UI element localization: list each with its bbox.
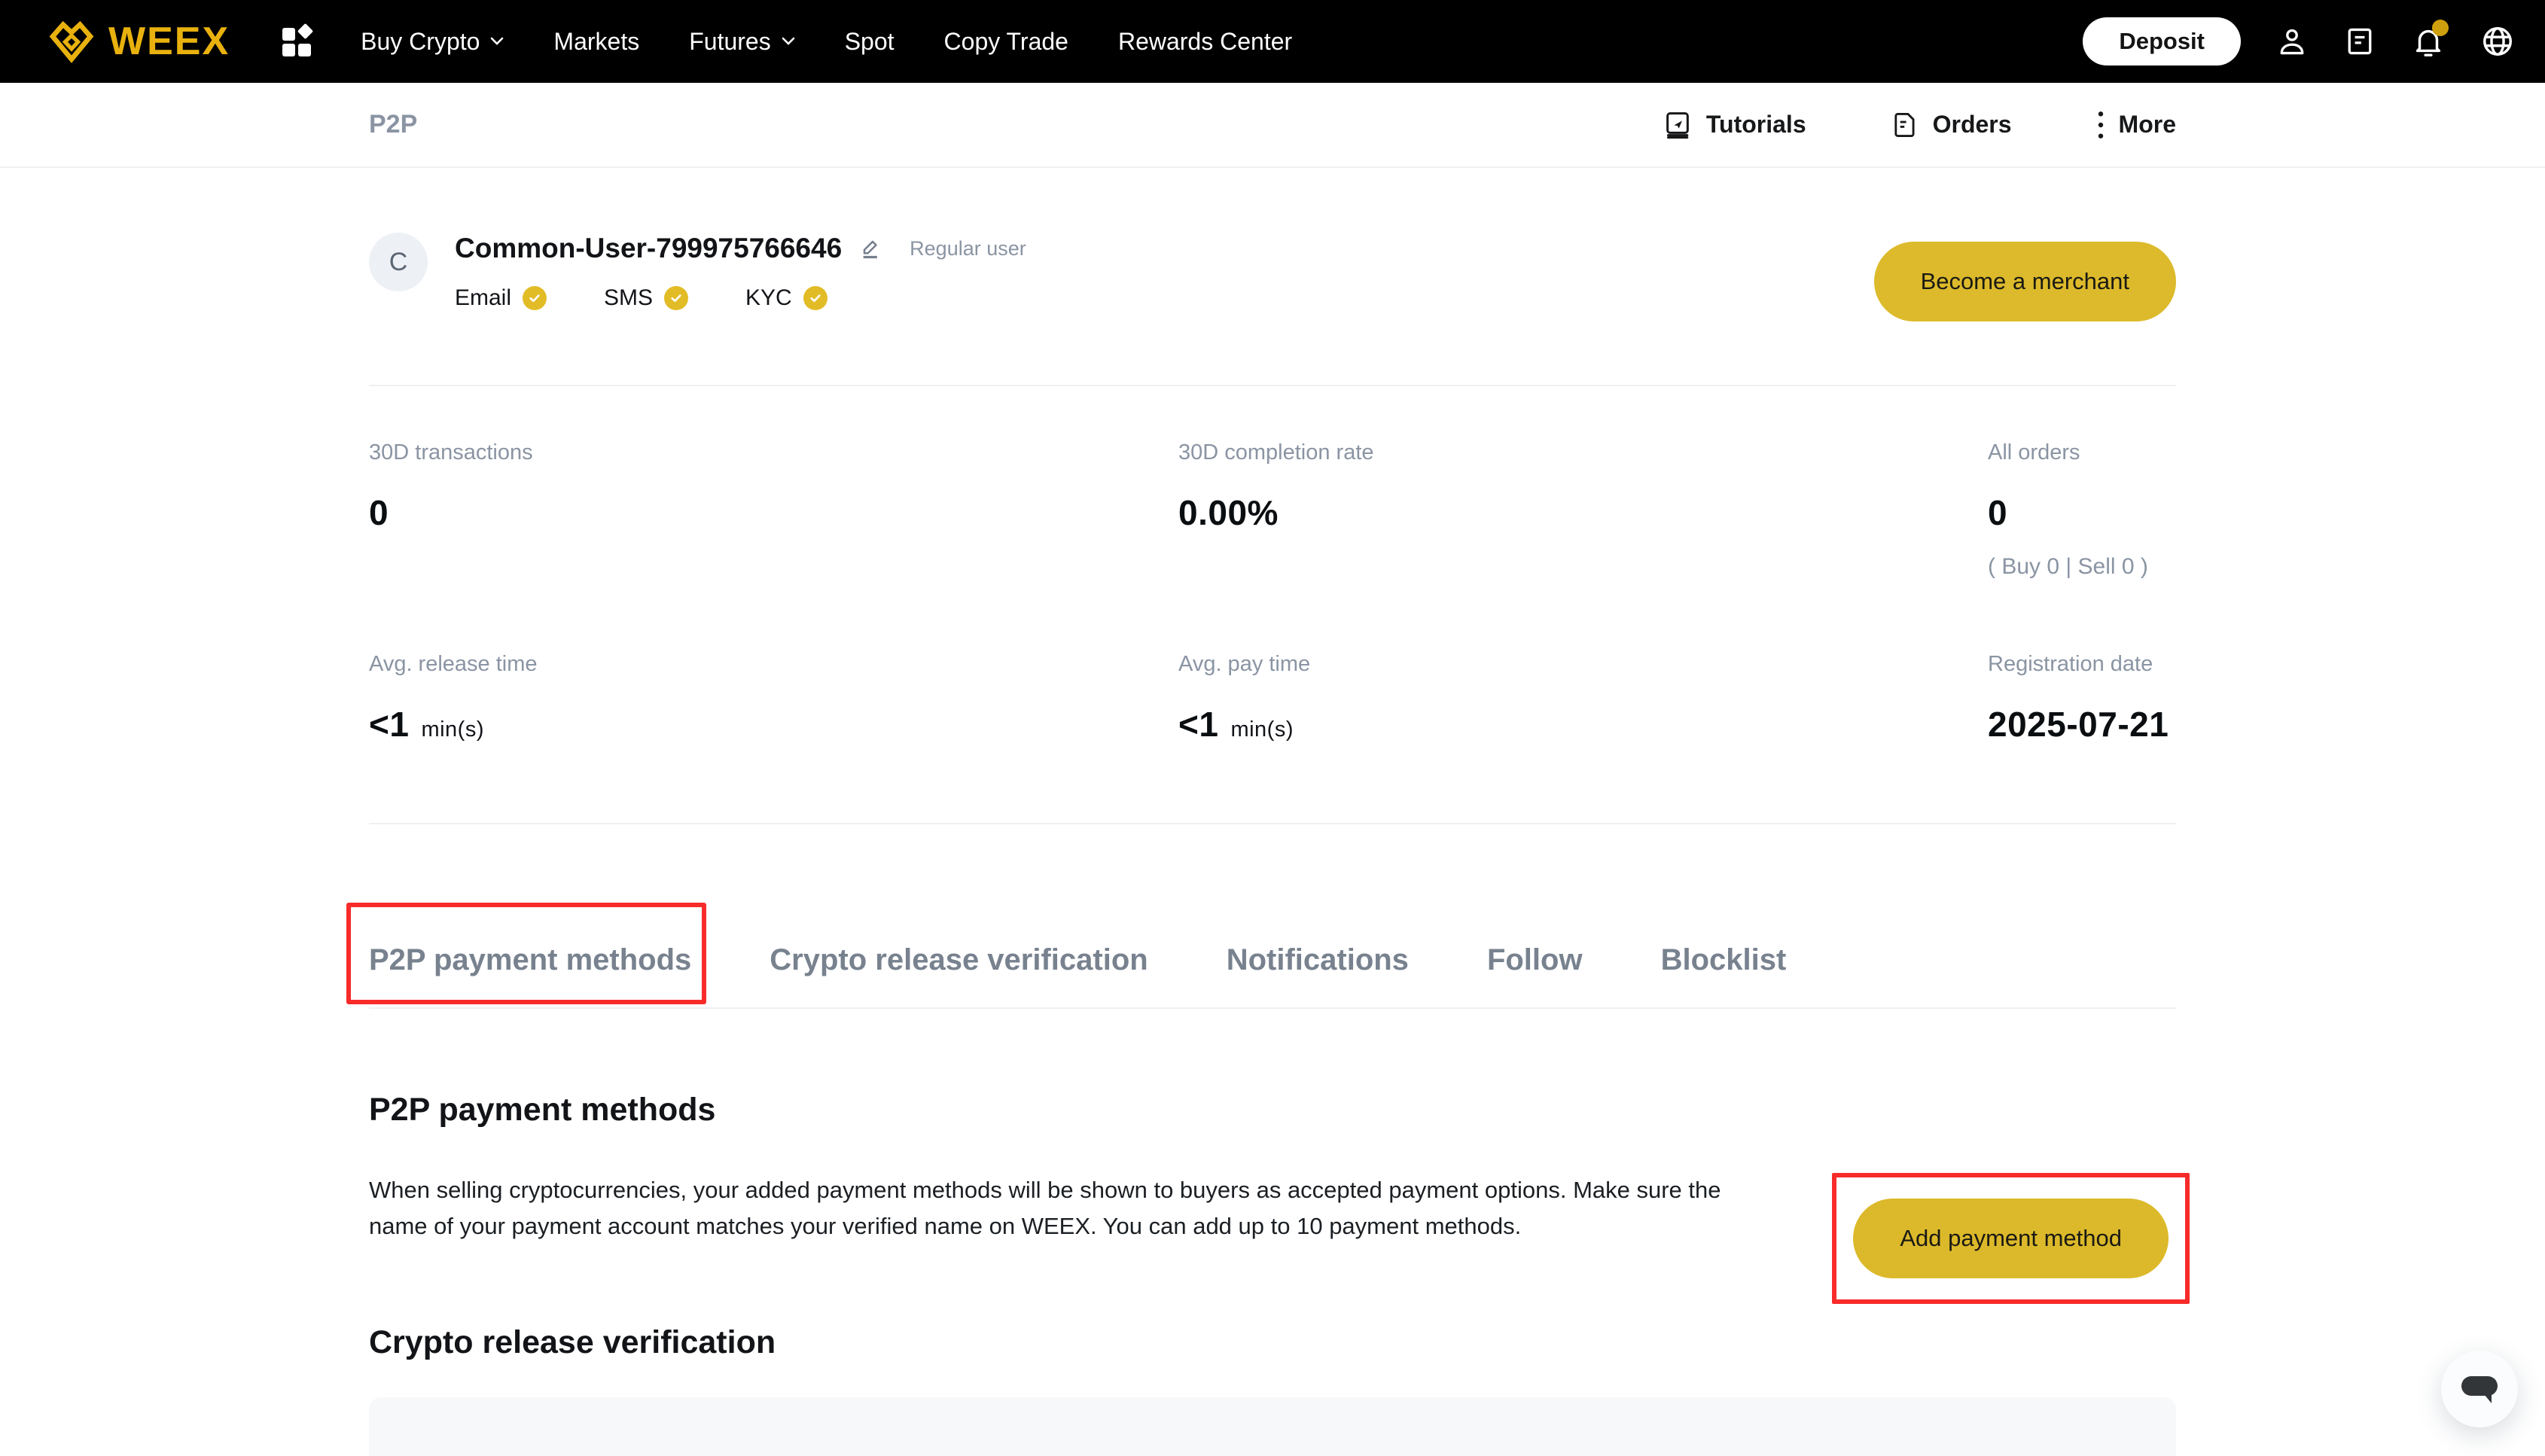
divider: [369, 385, 2176, 386]
crypto-release-verification-section: Crypto release verification Verify each …: [369, 1324, 2176, 1456]
notification-dot: [2432, 20, 2449, 36]
stat-value: 0: [369, 492, 1178, 533]
orders-doc-icon: [1891, 111, 1919, 139]
chat-bubble-icon: [2458, 1372, 2501, 1406]
p2p-payment-methods-section: P2P payment methods When selling cryptoc…: [369, 1092, 2176, 1244]
stat-value: 2025-07-21: [1988, 704, 2176, 745]
weex-logo-icon: [47, 20, 96, 63]
divider: [369, 1007, 2176, 1009]
main-content: C Common-User-799975766646 Regular user …: [369, 233, 2176, 1456]
tutorials-label: Tutorials: [1706, 111, 1806, 139]
divider: [369, 823, 2176, 824]
stat-label: Avg. pay time: [1178, 652, 1988, 677]
stat-avg-release-time: Avg. release time <1 min(s): [369, 652, 1178, 745]
apps-grid-icon[interactable]: [278, 22, 317, 61]
nav-right-controls: Deposit: [2083, 17, 2515, 65]
profile-tabs: P2P payment methods Crypto release verif…: [369, 943, 2176, 977]
email-verified-badge: Email: [455, 285, 547, 311]
language-globe-icon[interactable]: [2480, 24, 2515, 59]
nav-item-label: Futures: [689, 28, 770, 56]
payment-methods-description: When selling cryptocurrencies, your adde…: [369, 1172, 1724, 1244]
nav-item-buy-crypto[interactable]: Buy Crypto: [361, 28, 504, 56]
tab-label: P2P payment methods: [369, 943, 691, 976]
orders-label: Orders: [1933, 111, 2012, 139]
more-dots-icon: [2096, 110, 2105, 140]
nav-item-label: Buy Crypto: [361, 28, 480, 56]
nav-item-label: Copy Trade: [944, 28, 1068, 56]
support-chat-button[interactable]: [2441, 1351, 2518, 1427]
brand-name: WEEX: [108, 19, 230, 64]
check-icon: [803, 286, 828, 310]
stats-row-2: Avg. release time <1 min(s) Avg. pay tim…: [369, 652, 2176, 745]
stat-value: <1: [1178, 704, 1218, 745]
stat-label: 30D completion rate: [1178, 440, 1988, 465]
sms-verified-badge: SMS: [604, 285, 688, 311]
profile-icon[interactable]: [2275, 25, 2309, 58]
stats-row-1: 30D transactions 0 30D completion rate 0…: [369, 440, 2176, 580]
profile-row: C Common-User-799975766646 Regular user …: [369, 233, 2176, 321]
nav-item-copy-trade[interactable]: Copy Trade: [944, 28, 1068, 56]
nav-item-futures[interactable]: Futures: [689, 28, 794, 56]
stat-label: Avg. release time: [369, 652, 1178, 677]
deposit-button[interactable]: Deposit: [2083, 17, 2241, 65]
stat-value: 0: [1988, 492, 2176, 533]
stat-30d-transactions: 30D transactions 0: [369, 440, 1178, 580]
nav-item-label: Markets: [553, 28, 639, 56]
tab-p2p-payment-methods[interactable]: P2P payment methods: [369, 943, 691, 977]
user-type-badge: Regular user: [910, 237, 1026, 260]
check-icon: [523, 286, 547, 310]
top-navigation: WEEX Buy Crypto Markets Futures Spot Cop…: [0, 0, 2545, 83]
stat-unit: min(s): [1230, 717, 1294, 742]
more-button[interactable]: More: [2096, 110, 2176, 140]
tab-follow[interactable]: Follow: [1487, 943, 1583, 977]
nav-item-rewards-center[interactable]: Rewards Center: [1118, 28, 1292, 56]
weex-logo[interactable]: WEEX: [47, 19, 230, 64]
section-title: Crypto release verification: [369, 1324, 2176, 1361]
nav-item-spot[interactable]: Spot: [845, 28, 895, 56]
tab-blocklist[interactable]: Blocklist: [1661, 943, 1787, 977]
stat-label: All orders: [1988, 440, 2176, 465]
section-title: P2P payment methods: [369, 1092, 2176, 1129]
orders-button[interactable]: Orders: [1891, 111, 2012, 139]
avatar: C: [369, 233, 428, 291]
kyc-verified-badge: KYC: [745, 285, 828, 311]
badge-label: Email: [455, 285, 511, 311]
stat-registration-date: Registration date 2025-07-21: [1988, 652, 2176, 745]
stat-label: Registration date: [1988, 652, 2176, 677]
stat-all-orders: All orders 0 ( Buy 0 | Sell 0 ): [1988, 440, 2176, 580]
badge-label: KYC: [745, 285, 792, 311]
verification-options-panel: Verify each release Custom frequency Eve…: [369, 1397, 2176, 1456]
stat-30d-completion: 30D completion rate 0.00%: [1178, 440, 1988, 580]
chevron-down-icon: [782, 37, 795, 46]
orders-history-icon[interactable]: [2343, 25, 2376, 58]
tutorials-button[interactable]: Tutorials: [1663, 110, 1806, 140]
stat-unit: min(s): [421, 717, 484, 742]
stat-value: 0.00%: [1178, 492, 1988, 533]
subheader-actions: Tutorials Orders More: [1663, 110, 2176, 140]
nav-item-markets[interactable]: Markets: [553, 28, 639, 56]
annotation-red-box: Add payment method: [1832, 1173, 2190, 1304]
become-merchant-button[interactable]: Become a merchant: [1874, 242, 2176, 321]
tab-notifications[interactable]: Notifications: [1227, 943, 1409, 977]
check-icon: [664, 286, 688, 310]
stat-value: <1: [369, 704, 409, 745]
add-payment-method-button[interactable]: Add payment method: [1853, 1199, 2169, 1278]
stat-buy-sell-detail: ( Buy 0 | Sell 0 ): [1988, 554, 2176, 580]
main-menu: Buy Crypto Markets Futures Spot Copy Tra…: [361, 28, 1292, 56]
stat-avg-pay-time: Avg. pay time <1 min(s): [1178, 652, 1988, 745]
stat-label: 30D transactions: [369, 440, 1178, 465]
tutorials-book-icon: [1663, 110, 1693, 140]
edit-username-icon[interactable]: [858, 236, 882, 260]
username: Common-User-799975766646: [455, 233, 842, 264]
nav-item-label: Spot: [845, 28, 895, 56]
verification-badges: Email SMS KYC: [455, 285, 1026, 311]
more-label: More: [2119, 111, 2176, 139]
chevron-down-icon: [490, 37, 504, 46]
page-subheader: P2P Tutorials Orders: [0, 83, 2545, 168]
tab-crypto-release-verification[interactable]: Crypto release verification: [770, 943, 1148, 977]
nav-item-label: Rewards Center: [1118, 28, 1292, 56]
breadcrumb-p2p[interactable]: P2P: [369, 110, 417, 139]
notifications-bell-icon[interactable]: [2411, 24, 2446, 59]
badge-label: SMS: [604, 285, 653, 311]
